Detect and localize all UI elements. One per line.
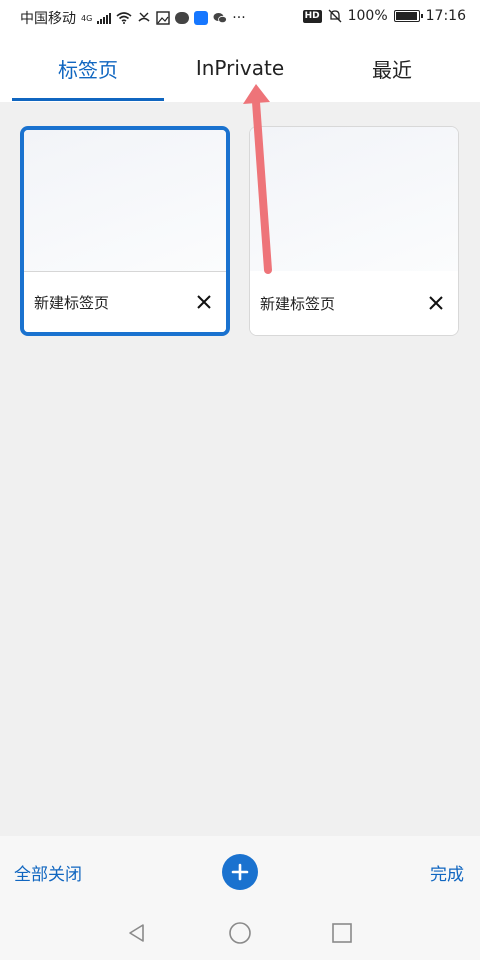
status-right: HD 100% 17:16 (302, 8, 466, 24)
battery-icon (393, 10, 423, 22)
missed-call-icon (138, 12, 150, 22)
wechat-icon (213, 13, 228, 24)
back-button[interactable] (124, 920, 150, 946)
app-notification-icon (194, 11, 209, 25)
message-icon (175, 12, 190, 24)
tab-recent[interactable]: 最近 (316, 34, 468, 102)
battery-percent: 100% (347, 8, 388, 24)
tab-label: 最近 (372, 57, 412, 82)
tab-header: 标签页 InPrivate 最近 (0, 34, 480, 102)
tab-card-title-row: 新建标签页 (24, 272, 226, 332)
tab-thumbnail[interactable] (24, 130, 226, 272)
close-icon (197, 295, 211, 309)
close-icon (429, 296, 443, 310)
status-left: 中国移动 4G ··· (20, 8, 246, 28)
carrier-label: 中国移动 (20, 11, 76, 27)
tab-card-title: 新建标签页 (34, 293, 110, 312)
tab-inprivate[interactable]: InPrivate (164, 34, 316, 102)
more-indicator: ··· (232, 10, 246, 26)
recents-button[interactable] (329, 920, 355, 946)
tab-card-title-row: 新建标签页 (250, 271, 458, 335)
new-tab-button[interactable] (222, 854, 258, 890)
bottom-toolbar: 全部关闭 完成 (0, 836, 480, 908)
system-nav-bar (0, 908, 480, 960)
home-circle-icon (229, 922, 251, 944)
status-time: 17:16 (425, 8, 466, 24)
mute-icon (328, 9, 342, 23)
close-tab-button[interactable] (422, 289, 450, 317)
tab-card[interactable]: 新建标签页 (249, 126, 459, 336)
recents-square-icon (332, 923, 352, 943)
back-triangle-icon (129, 924, 144, 942)
done-button[interactable]: 完成 (430, 860, 464, 885)
active-tab-indicator (12, 98, 164, 101)
signal-icon (97, 12, 112, 24)
tab-tabs[interactable]: 标签页 (12, 34, 164, 102)
close-tab-button[interactable] (190, 288, 218, 316)
tab-grid: 新建标签页 新建标签页 (0, 102, 480, 836)
tab-label: InPrivate (195, 56, 285, 80)
plus-icon (231, 863, 249, 881)
tab-card-selected[interactable]: 新建标签页 (20, 126, 230, 336)
wifi-icon (116, 12, 132, 24)
tab-label: 标签页 (58, 57, 118, 82)
tab-thumbnail[interactable] (250, 127, 458, 272)
hd-icon: HD (302, 9, 322, 23)
tab-card-title: 新建标签页 (260, 294, 336, 313)
gallery-icon (156, 11, 170, 25)
close-all-button[interactable]: 全部关闭 (14, 860, 82, 885)
status-bar: 中国移动 4G ··· HD 100% 17:16 (0, 0, 480, 34)
home-button[interactable] (227, 920, 253, 946)
network-type: 4G (81, 13, 93, 23)
